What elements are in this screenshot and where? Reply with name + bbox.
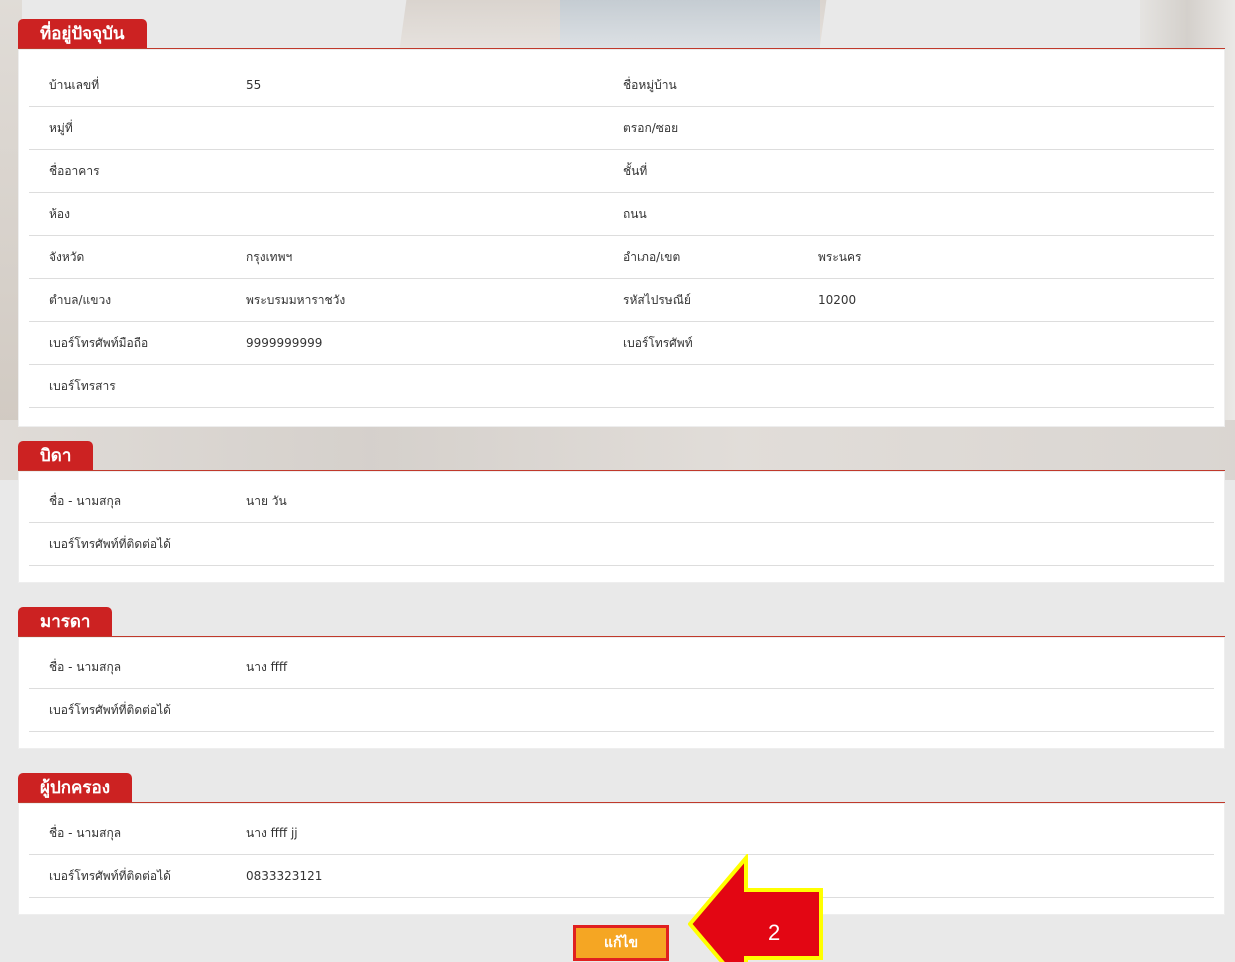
- field-label: หมู่ที่: [49, 120, 73, 135]
- mother-section: มารดา ชื่อ - นามสกุล นาง ffff เบอร์โทรศั…: [18, 597, 1225, 749]
- address-panel: บ้านเลขที่ 55 ชื่อหมู่บ้าน หมู่ที่ ตรอก/…: [18, 49, 1225, 427]
- address-row: ตำบล/แขวง พระบรมมหาราชวัง รหัสไปรษณีย์ 1…: [29, 279, 1214, 322]
- guardian-section-title: ผู้ปกครอง: [18, 773, 133, 803]
- mother-panel: ชื่อ - นามสกุล นาง ffff เบอร์โทรศัพท์ที่…: [18, 637, 1225, 749]
- arrow-shape: [688, 854, 823, 962]
- guardian-panel: ชื่อ - นามสกุล นาง ffff jj เบอร์โทรศัพท์…: [18, 803, 1225, 915]
- father-section-header: บิดา: [18, 431, 1225, 471]
- field-label: ห้อง: [49, 206, 70, 221]
- address-row: หมู่ที่ ตรอก/ซอย: [29, 107, 1214, 150]
- father-panel: ชื่อ - นามสกุล นาย วัน เบอร์โทรศัพท์ที่ต…: [18, 471, 1225, 583]
- guardian-row: เบอร์โทรศัพท์ที่ติดต่อได้ 0833323121: [29, 855, 1214, 898]
- field-label: จังหวัด: [49, 249, 85, 264]
- field-label: ชื่อ - นามสกุล: [49, 825, 122, 840]
- field-label: ตรอก/ซอย: [623, 120, 679, 135]
- father-row: เบอร์โทรศัพท์ที่ติดต่อได้: [29, 523, 1214, 566]
- father-section-title: บิดา: [18, 441, 94, 471]
- field-label: ชื่อ - นามสกุล: [49, 659, 122, 674]
- mother-row: ชื่อ - นามสกุล นาง ffff: [29, 646, 1214, 689]
- field-label: อำเภอ/เขต: [623, 249, 681, 264]
- guardian-row: ชื่อ - นามสกุล นาง ffff jj: [29, 812, 1214, 855]
- field-label: เบอร์โทรศัพท์: [623, 335, 693, 350]
- field-value: 0833323121: [246, 869, 323, 883]
- field-label: เบอร์โทรศัพท์มือถือ: [49, 335, 149, 350]
- address-row: ชื่ออาคาร ชั้นที่: [29, 150, 1214, 193]
- field-value: กรุงเทพฯ: [246, 249, 293, 264]
- field-value: พระบรมมหาราชวัง: [246, 292, 346, 307]
- field-label: บ้านเลขที่: [49, 77, 100, 92]
- field-value: นาง ffff jj: [246, 825, 298, 840]
- field-label: เบอร์โทรศัพท์ที่ติดต่อได้: [49, 536, 171, 551]
- field-label: รหัสไปรษณีย์: [623, 292, 691, 307]
- annotation-number: 2: [768, 920, 780, 945]
- field-label: ถนน: [623, 206, 647, 221]
- edit-button[interactable]: แก้ไข: [573, 925, 669, 961]
- field-label: เบอร์โทรสาร: [49, 378, 116, 393]
- address-row: เบอร์โทรสาร: [29, 365, 1214, 408]
- address-row: เบอร์โทรศัพท์มือถือ 9999999999 เบอร์โทรศ…: [29, 322, 1214, 365]
- field-label: เบอร์โทรศัพท์ที่ติดต่อได้: [49, 702, 171, 717]
- field-label: ตำบล/แขวง: [49, 292, 112, 307]
- field-label: ชื่ออาคาร: [49, 163, 100, 178]
- mother-row: เบอร์โทรศัพท์ที่ติดต่อได้: [29, 689, 1214, 732]
- annotation-arrow-icon: 2: [688, 854, 823, 962]
- address-section: ที่อยู่ปัจจุบัน บ้านเลขที่ 55 ชื่อหมู่บ้…: [18, 9, 1225, 427]
- address-row: ห้อง ถนน: [29, 193, 1214, 236]
- field-value: นาย วัน: [246, 493, 287, 508]
- mother-section-title: มารดา: [18, 607, 113, 637]
- section-divider: [18, 48, 1225, 49]
- field-value: พระนคร: [818, 249, 862, 264]
- mother-section-header: มารดา: [18, 597, 1225, 637]
- field-value: 10200: [818, 293, 857, 307]
- father-row: ชื่อ - นามสกุล นาย วัน: [29, 480, 1214, 523]
- address-section-title: ที่อยู่ปัจจุบัน: [18, 19, 147, 49]
- guardian-section-header: ผู้ปกครอง: [18, 763, 1225, 803]
- section-divider: [18, 470, 1225, 471]
- guardian-section: ผู้ปกครอง ชื่อ - นามสกุล นาง ffff jj เบอ…: [18, 763, 1225, 915]
- field-label: ชื่อ - นามสกุล: [49, 493, 122, 508]
- field-label: ชื่อหมู่บ้าน: [623, 77, 677, 92]
- field-label: ชั้นที่: [623, 163, 648, 178]
- field-value: 9999999999: [246, 336, 323, 350]
- field-value: นาง ffff: [246, 659, 288, 674]
- address-row: บ้านเลขที่ 55 ชื่อหมู่บ้าน: [29, 64, 1214, 107]
- section-divider: [18, 802, 1225, 803]
- father-section: บิดา ชื่อ - นามสกุล นาย วัน เบอร์โทรศัพท…: [18, 431, 1225, 583]
- address-section-header: ที่อยู่ปัจจุบัน: [18, 9, 1225, 49]
- address-row: จังหวัด กรุงเทพฯ อำเภอ/เขต พระนคร: [29, 236, 1214, 279]
- field-value: 55: [246, 78, 262, 92]
- field-label: เบอร์โทรศัพท์ที่ติดต่อได้: [49, 868, 171, 883]
- section-divider: [18, 636, 1225, 637]
